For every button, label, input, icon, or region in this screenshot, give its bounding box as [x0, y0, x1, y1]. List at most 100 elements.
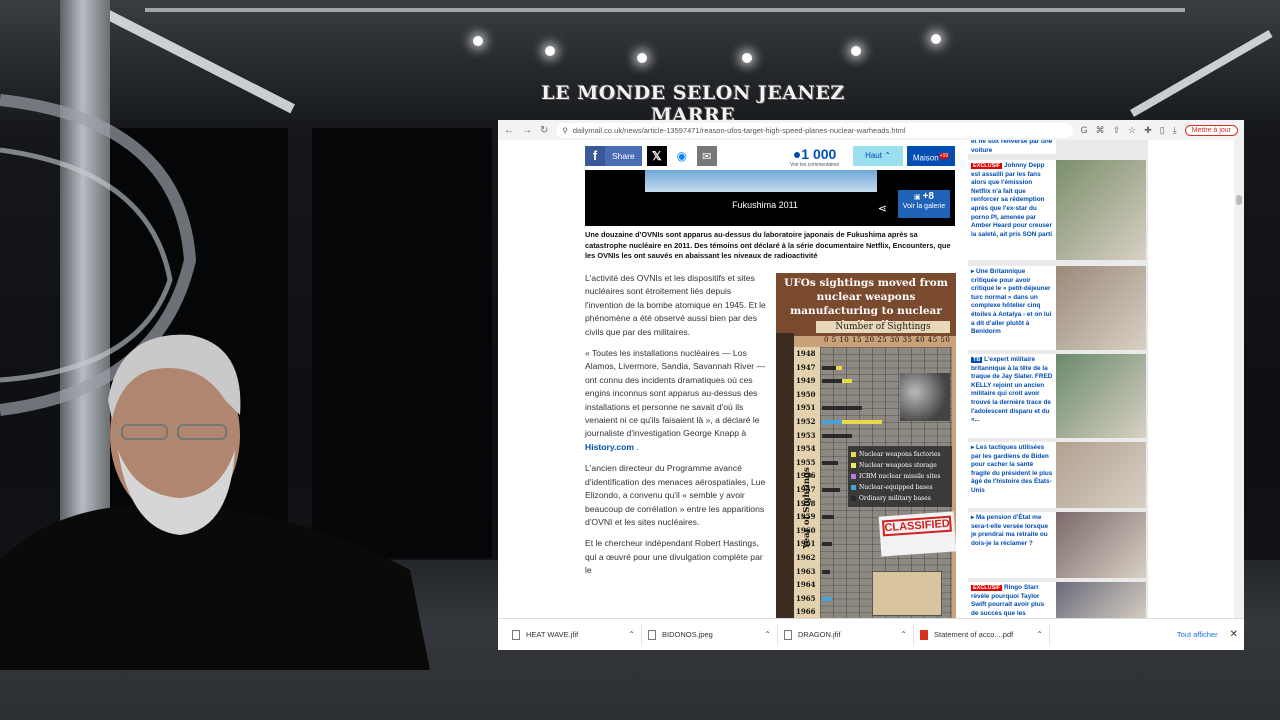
sidebar-story[interactable]: EXCLUSIF Ringo Starr révèle pourquoi Tay…: [968, 582, 1148, 618]
infographic-map: [872, 571, 942, 616]
article-body: L'activité des OVNIs et les dispositifs …: [585, 272, 767, 586]
download-item[interactable]: HEAT WAVE.jfif ⌃: [506, 624, 642, 645]
history-link[interactable]: History.com: [585, 442, 634, 452]
story-thumbnail[interactable]: [1056, 512, 1146, 578]
legend-item: ICBM nuclear missile sites: [851, 471, 949, 482]
extensions-icon[interactable]: ✚: [1144, 125, 1152, 136]
messenger-icon[interactable]: ◉: [672, 146, 692, 166]
sighting-bar: [822, 433, 852, 438]
sighting-bar: [822, 365, 836, 370]
bookmark-star-icon[interactable]: ☆: [1128, 125, 1136, 136]
chevron-up-icon[interactable]: ⌃: [764, 630, 771, 639]
facebook-share-button[interactable]: f Share: [585, 146, 642, 166]
top-button-label: Haut: [865, 151, 882, 160]
share-icon[interactable]: ⋖: [878, 202, 887, 215]
classified-text: CLASSIFIED: [881, 515, 952, 537]
sidebar-story[interactable]: EXCLUSIF Johnny Depp est assailli par le…: [968, 160, 1148, 260]
chevron-up-icon[interactable]: ⌃: [900, 630, 907, 639]
download-item[interactable]: DRAGON.jfif ⌃: [778, 624, 914, 645]
story-headline: Les tactiques utilisées par les gardiens…: [971, 444, 1053, 494]
sighting-bar: [822, 542, 832, 547]
legend-label: ICBM nuclear missile sites: [859, 473, 941, 480]
gallery-button[interactable]: ▣ +8 Voir la galerie: [898, 190, 950, 218]
spotlight: [931, 34, 941, 44]
downloads-bar: HEAT WAVE.jfif ⌃ BIDONOS.jpeg ⌃ DRAGON.jfif ⌃…: [498, 618, 1244, 650]
paragraph: L'ancien directeur du Programme avancé d…: [585, 463, 766, 527]
legend-swatch: [851, 485, 856, 490]
scrollbar[interactable]: [1234, 140, 1244, 618]
infographic-photo: [900, 373, 950, 421]
year-label: 1962: [796, 553, 816, 562]
spotlight: [851, 46, 861, 56]
infographic-ylabel: Year of Sightings: [801, 467, 812, 549]
sighting-bar: [822, 569, 830, 574]
download-item[interactable]: BIDONOS.jpeg ⌃: [642, 624, 778, 645]
x-twitter-icon[interactable]: 𝕏: [646, 146, 667, 166]
web-page: f Share 𝕏 ◉ ✉ ●1 000 Voir les commentair…: [498, 140, 1244, 618]
download-filename: DRAGON.jfif: [798, 630, 841, 639]
close-icon[interactable]: ✕: [1230, 629, 1238, 640]
infographic-axis-ticks: 0 5 10 15 20 25 30 35 40 45 50: [824, 336, 951, 344]
comment-count-sub: Voir les commentaires: [790, 162, 840, 168]
download-icon[interactable]: ⤓: [1173, 125, 1177, 136]
back-arrow-icon[interactable]: ←: [504, 125, 514, 136]
sighting-bar: [822, 488, 840, 492]
chevron-up-icon[interactable]: ⌃: [628, 630, 635, 639]
url-field[interactable]: ⚲ dailymail.co.uk/news/article-13597471/…: [556, 122, 1073, 138]
story-thumbnail[interactable]: [1056, 442, 1146, 508]
chevron-up-icon[interactable]: ⌃: [1036, 630, 1043, 639]
sidebar-story-text: ▸ Une Britannique critiquée pour avoir c…: [968, 266, 1056, 350]
facebook-share-label: Share: [605, 146, 642, 166]
paragraph: Et le chercheur indépendant Robert Hasti…: [585, 538, 763, 576]
story-headline: et ne soit renversé par une voiture: [971, 140, 1053, 154]
browser-window: ← → ↻ ⚲ dailymail.co.uk/news/article-135…: [498, 120, 1244, 650]
forward-arrow-icon[interactable]: →: [522, 125, 532, 136]
sidebar-story[interactable]: ▸ Ma pension d'État me sera-t-elle versé…: [968, 512, 1148, 578]
comment-count[interactable]: ●1 000 Voir les commentaires: [790, 146, 839, 168]
top-button[interactable]: Haut ⌃: [853, 146, 903, 166]
legend-label: Nuclear weapons storage: [859, 462, 937, 469]
story-thumbnail[interactable]: [1056, 160, 1146, 260]
google-icon[interactable]: G: [1081, 125, 1088, 135]
story-tag: EXCLUSIF: [971, 585, 1003, 591]
story-thumbnail[interactable]: [1056, 266, 1146, 350]
spotlight: [742, 53, 752, 63]
classified-stamp: CLASSIFIED: [878, 511, 956, 557]
sidebar-story[interactable]: TB L'expert militaire britannique à la t…: [968, 354, 1148, 438]
home-button[interactable]: Maison+99: [907, 146, 955, 166]
translate-icon[interactable]: ⌘: [1096, 125, 1105, 136]
reload-icon[interactable]: ↻: [540, 125, 548, 136]
story-thumbnail[interactable]: [1056, 354, 1146, 438]
email-icon[interactable]: ✉: [696, 146, 717, 166]
paragraph-text: « Toutes les installations nucléaires — …: [585, 348, 766, 439]
share-page-icon[interactable]: ⇪: [1113, 125, 1121, 136]
update-button[interactable]: Mettre à jour: [1184, 124, 1238, 136]
sidebar-story[interactable]: ▸ Les tactiques utilisées par les gardie…: [968, 442, 1148, 508]
sighting-bar: [822, 379, 842, 384]
story-headline: Une Britannique critiquée pour avoir cri…: [971, 268, 1052, 336]
sidebar-story-text: et ne soit renversé par une voiture: [968, 140, 1056, 154]
scroll-thumb[interactable]: [1236, 195, 1242, 205]
year-label: 1947: [796, 362, 816, 372]
article-photo[interactable]: Fukushima 2011 ⋖ ▣ +8 Voir la galerie: [585, 170, 955, 226]
sidebar-story-text: ▸ Les tactiques utilisées par les gardie…: [968, 442, 1056, 508]
paragraph: L'activité des OVNIs et les dispositifs …: [585, 273, 766, 337]
legend-label: Nuclear weapons factories: [859, 451, 941, 458]
paragraph-end: .: [636, 441, 639, 452]
story-headline: Ma pension d'État me sera-t-elle versée …: [971, 514, 1049, 547]
download-item[interactable]: Statement of acco....pdf ⌃: [914, 624, 1050, 645]
show-all-button[interactable]: Tout afficher: [1177, 630, 1218, 639]
story-thumbnail[interactable]: [1056, 582, 1146, 618]
sidepanel-icon[interactable]: ▯: [1160, 125, 1165, 136]
sidebar-story[interactable]: ▸ Une Britannique critiquée pour avoir c…: [968, 266, 1148, 350]
share-bar: f Share 𝕏 ◉ ✉ ●1 000 Voir les commentair…: [585, 146, 955, 168]
year-label: 1951: [796, 403, 816, 413]
sighting-bar: [822, 515, 834, 520]
ufo-infographic[interactable]: UFOs sightings moved from nuclear weapon…: [776, 273, 956, 618]
light-beam: [145, 8, 1185, 12]
sidebar-story[interactable]: et ne soit renversé par une voiture: [968, 140, 1148, 154]
sighting-bar: [822, 420, 842, 424]
site-info-icon[interactable]: ⚲: [562, 126, 568, 135]
sidebar: et ne soit renversé par une voiture EXCLU…: [968, 140, 1148, 618]
pdf-file-icon: [920, 629, 928, 640]
